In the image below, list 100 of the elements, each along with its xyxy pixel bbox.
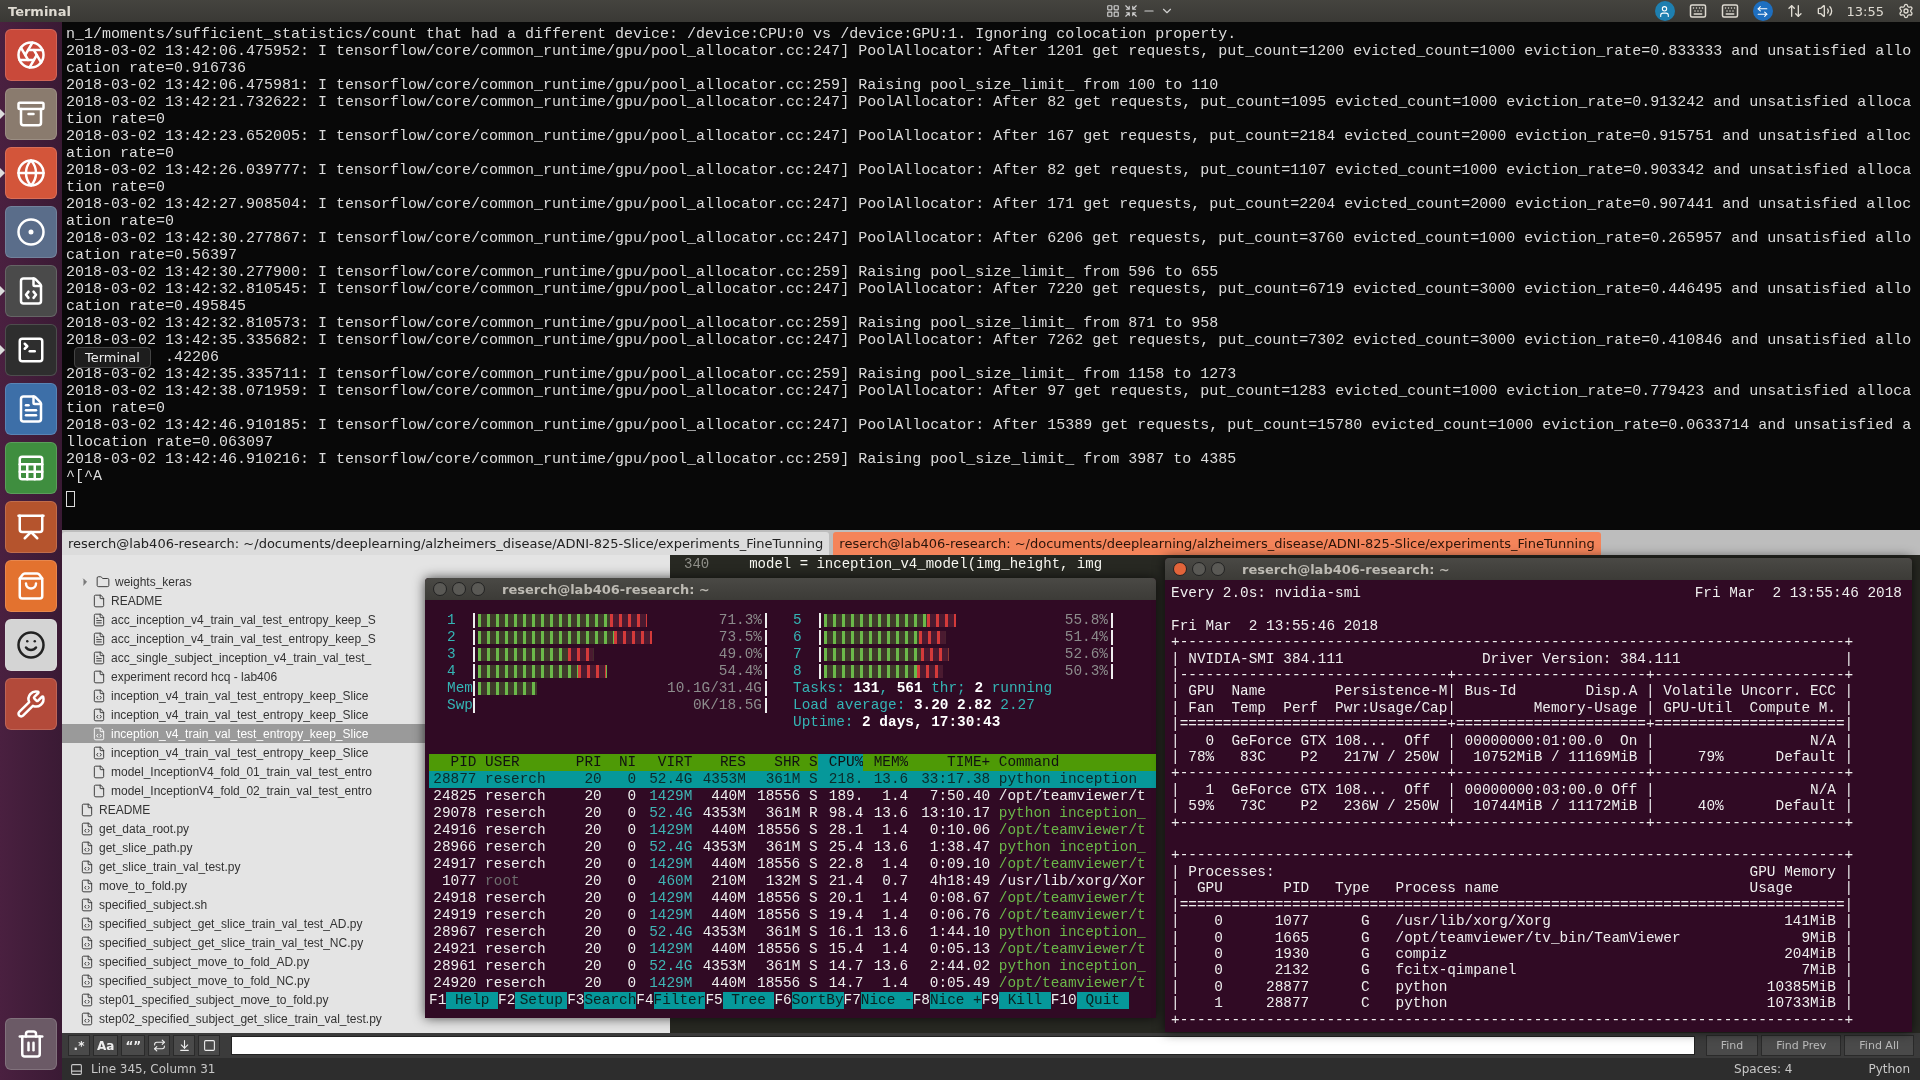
file-tree-item[interactable]: model_InceptionV4_fold_01_train_val_test_entro [62,762,425,781]
terminal-line: 2018-03-02 13:42:27.908504: I tensorflow/core/common_runtime/gpu/pool_allocator.cc:247] PoolAllocator: After 171 get requests, put_count=2204 evicted_count=2000 eviction_rate=0.907441 and unsatisfied alloc [66,196,1912,213]
table-cell-text: 4353M [701,924,746,941]
file-tree-item[interactable]: specified_subject_move_to_fold_NC.py [62,971,425,990]
column-header[interactable]: PID [429,754,477,771]
meter-label: Mem [447,680,473,697]
smi-table-line: | 0 GeForce GTX 108... Off | 00000000:01:00.0 On | N/A | [1171,732,1854,749]
file-tree-item[interactable]: specified_subject_get_slice_train_val_test_NC.py [62,933,425,952]
arrows-badge-icon[interactable] [1752,1,1773,21]
table-cell-text: 1.4 [881,788,909,805]
table-cell-text: S [807,958,818,975]
smi-table-line: | 0 28877 C python 10385MiB | [1171,978,1854,995]
smile-icon [16,630,46,660]
table-cell-text: 1.4 [881,941,909,958]
syntax-setting[interactable]: Python [1868,1062,1910,1076]
file-tree-item[interactable]: inception_v4_train_val_test_entropy_keep_Slice [62,705,425,724]
find-field[interactable] [231,1036,1695,1055]
file-tree-item[interactable]: step01_specified_subject_move_to_fold.py [62,990,425,1009]
file-tree-item[interactable]: specified_subject_move_to_fold_AD.py [62,952,425,971]
terminal-line: 2018-03-02 13:42:21.732622: I tensorflow/core/common_runtime/gpu/pool_allocator.cc:247] PoolAllocator: After 82 get requests, put_count=1095 evicted_count=1000 eviction_rate=0.913242 and unsatisfied alloca [66,94,1912,111]
table-cell-text: 0.7 [881,873,909,890]
file-tree-item[interactable]: get_slice_path.py [62,838,425,857]
column-header[interactable]: USER [476,754,568,771]
table-cell-text: 361M [764,958,801,975]
file-tree-item[interactable]: inception_v4_train_val_test_entropy_keep_Slice [62,743,425,762]
file-tree-item[interactable]: README [62,800,425,819]
file-tree-item[interactable]: experiment record hcq - lab406 [62,667,425,686]
table-cell-text: 4h18:49 [928,873,991,890]
wrap-toggle[interactable] [148,1035,171,1056]
grid-icon[interactable] [1105,4,1120,18]
table-cell: 361M [745,771,801,788]
table-cell-text: 460M [656,873,693,890]
find-option-toggle[interactable]: Aa [93,1035,119,1056]
table-cell-text: 25.4 [827,839,864,856]
column-header[interactable]: RES [692,754,746,771]
table-cell-text: 361M [764,805,801,822]
table-cell-text: 0 [626,788,637,805]
file-tree-item[interactable]: acc_inception_v4_train_val_test_entropy_keep_S [62,610,425,629]
table-cell-text: /opt/teamviewer/t [997,941,1147,958]
user-badge-icon[interactable] [1654,1,1675,21]
dock-launcher[interactable] [5,324,57,376]
column-header[interactable]: VIRT [636,754,693,771]
find-option-toggle[interactable]: “” [121,1035,146,1056]
keyboard-icon[interactable] [1720,2,1739,20]
dock-launcher[interactable] [5,619,57,671]
file-tree-item[interactable]: model_InceptionV4_fold_02_train_val_test_entro [62,781,425,800]
find-button[interactable]: Find [1705,1035,1759,1056]
find-option-toggle[interactable]: .* [68,1035,90,1056]
network-icon[interactable] [1786,3,1803,19]
table-cell-text: 52.4G [648,805,693,822]
column-header[interactable]: Command [990,754,1156,771]
keyboard-icon[interactable] [1688,2,1707,20]
table-cell-text: 1429M [648,822,693,839]
file-tree-item[interactable]: specified_subject.sh [62,895,425,914]
shrink-icon[interactable] [1123,4,1138,18]
logo-icon [16,40,46,70]
code-file-icon [80,1011,94,1026]
file-tree-item[interactable]: move_to_fold.py [62,876,425,895]
settings-icon[interactable] [1898,3,1914,19]
file-tree-item[interactable]: step02_specified_subject_get_slice_train_val_test.py [62,1009,425,1028]
dock-launcher[interactable] [5,1018,57,1070]
column-header[interactable]: MEM% [863,754,909,771]
column-header[interactable]: NI [601,754,637,771]
table-cell-text: /usr/lib/xorg/Xor [997,873,1147,890]
table-cell-text: 1429M [648,890,693,907]
column-header[interactable]: S [800,754,818,771]
file-tree-item[interactable]: acc_single_subject_inception_v4_train_val_test_ [62,648,425,667]
terminal-tab[interactable]: reserch@lab406-research: ~/documents/deeplearning/alzheimers_disease/ADNI-825-Slice/experiments_FineTunning [833,532,1601,555]
file-tree-item[interactable]: get_slice_train_val_test.py [62,857,425,876]
close-icon[interactable] [1173,562,1187,576]
file-tree-item[interactable]: specified_subject_get_slice_train_val_test_AD.py [62,914,425,933]
system-stat: Load average: 3.20 2.82 2.27 [793,697,1036,714]
terminal-line: 2018-03-02 13:42:46.910185: I tensorflow/core/common_runtime/gpu/pool_allocator.cc:247] PoolAllocator: After 15389 get requests, put_count=15780 evicted_count=1000 eviction_rate=0.0633714 and unsatisfied a [66,417,1912,434]
table-cell-text: S [807,788,818,805]
table-cell-text: reserch [484,839,547,856]
column-header[interactable]: TIME+ [908,754,991,771]
column-header[interactable]: CPU% [817,754,864,771]
highlight-toggle[interactable] [198,1035,221,1056]
selection-toggle[interactable] [173,1035,196,1056]
panel-icon[interactable] [70,1062,83,1076]
smi-table-line: +-------------------------------+----------------------+----------------------+ [1171,765,1854,782]
table-cell: S [800,771,818,788]
file-tree-item[interactable]: inception_v4_train_val_test_entropy_keep_Slice [62,686,425,705]
find-button[interactable]: Find Prev [1761,1035,1842,1056]
file-tree-item[interactable]: acc_inception_v4_train_val_test_entropy_keep_S [62,629,425,648]
file-tree-item[interactable]: weights_keras [62,572,425,591]
table-cell-text: 20 [583,890,602,907]
table-cell-text: 20.1 [827,890,864,907]
terminal-line: 2018-03-02 13:42:32.810545: I tensorflow/core/common_runtime/gpu/pool_allocator.cc:247] PoolAllocator: After 7220 get requests, put_count=6719 evicted_count=3000 eviction_rate=0.446495 and unsatisfied allo [66,281,1912,298]
clock[interactable]: 13:55 [1846,3,1884,19]
indentation-setting[interactable]: Spaces: 4 [1734,1062,1793,1076]
column-header[interactable]: PRI [567,754,602,771]
table-cell-text: 18556 [756,941,801,958]
find-button[interactable]: Find All [1844,1035,1914,1056]
file-tree-item[interactable]: get_data_root.py [62,819,425,838]
terminal-tab[interactable]: reserch@lab406-research: ~/documents/deeplearning/alzheimers_disease/ADNI-825-Slice/experiments_FineTunning [62,532,830,555]
dock-launcher[interactable] [5,265,57,317]
column-header[interactable]: SHR [745,754,801,771]
volume-icon[interactable] [1816,3,1833,19]
file-tree-item[interactable]: README [62,591,425,610]
